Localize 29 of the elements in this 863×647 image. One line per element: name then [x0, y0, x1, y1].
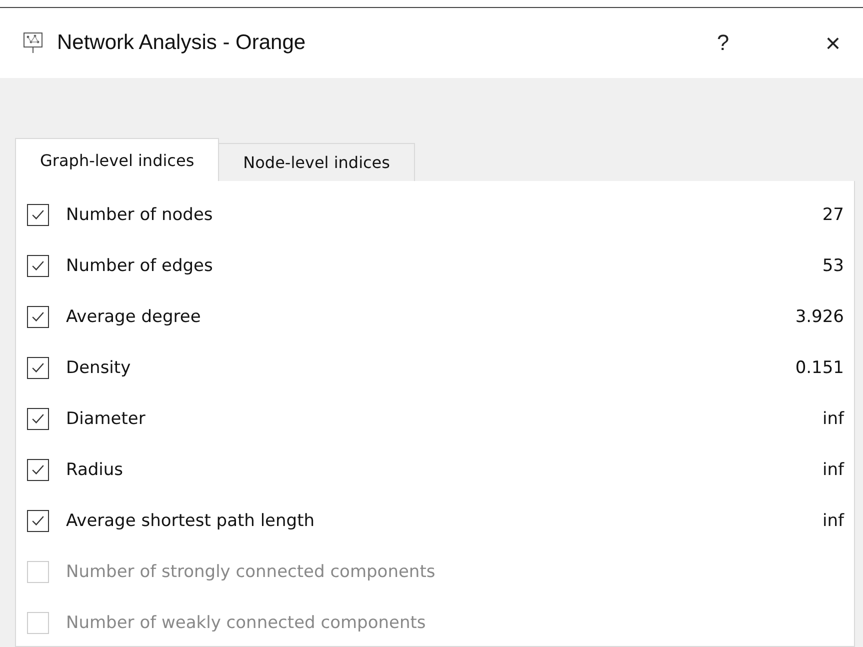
checkbox[interactable] — [27, 306, 49, 328]
checkbox[interactable] — [27, 254, 49, 276]
checkbox-label: Average shortest path length — [66, 510, 316, 530]
checkbox-label: Number of weakly connected components — [66, 612, 427, 632]
checkbox-label: Number of edges — [66, 256, 214, 276]
checkbox-label: Number of nodes — [66, 204, 214, 224]
help-button[interactable]: ? — [693, 18, 753, 68]
tab[interactable]: Graph-level indices — [15, 138, 220, 181]
index-value: inf — [822, 510, 844, 530]
checkbox-label: Number of strongly connected components — [66, 562, 436, 582]
index-value: 0.151 — [795, 358, 844, 378]
close-button[interactable]: × — [803, 18, 863, 68]
checkbox-label: Diameter — [66, 408, 146, 428]
checkbox-label: Radius — [66, 460, 124, 480]
index-value: inf — [822, 460, 844, 480]
checkbox-label: Density — [66, 358, 132, 378]
checkbox[interactable] — [27, 356, 49, 378]
checkbox[interactable] — [27, 458, 49, 480]
checkbox[interactable] — [27, 510, 49, 532]
tab[interactable]: Node-level indices — [218, 143, 415, 181]
checkbox[interactable] — [27, 408, 49, 430]
index-value: 3.926 — [795, 306, 844, 326]
index-value: 27 — [822, 204, 844, 224]
network-icon — [23, 32, 43, 54]
index-value: inf — [822, 408, 844, 428]
window-title: Network Analysis - Orange — [57, 31, 307, 55]
checkbox-label: Average degree — [66, 306, 202, 326]
index-value: 53 — [822, 256, 844, 276]
checkbox[interactable] — [27, 204, 49, 226]
